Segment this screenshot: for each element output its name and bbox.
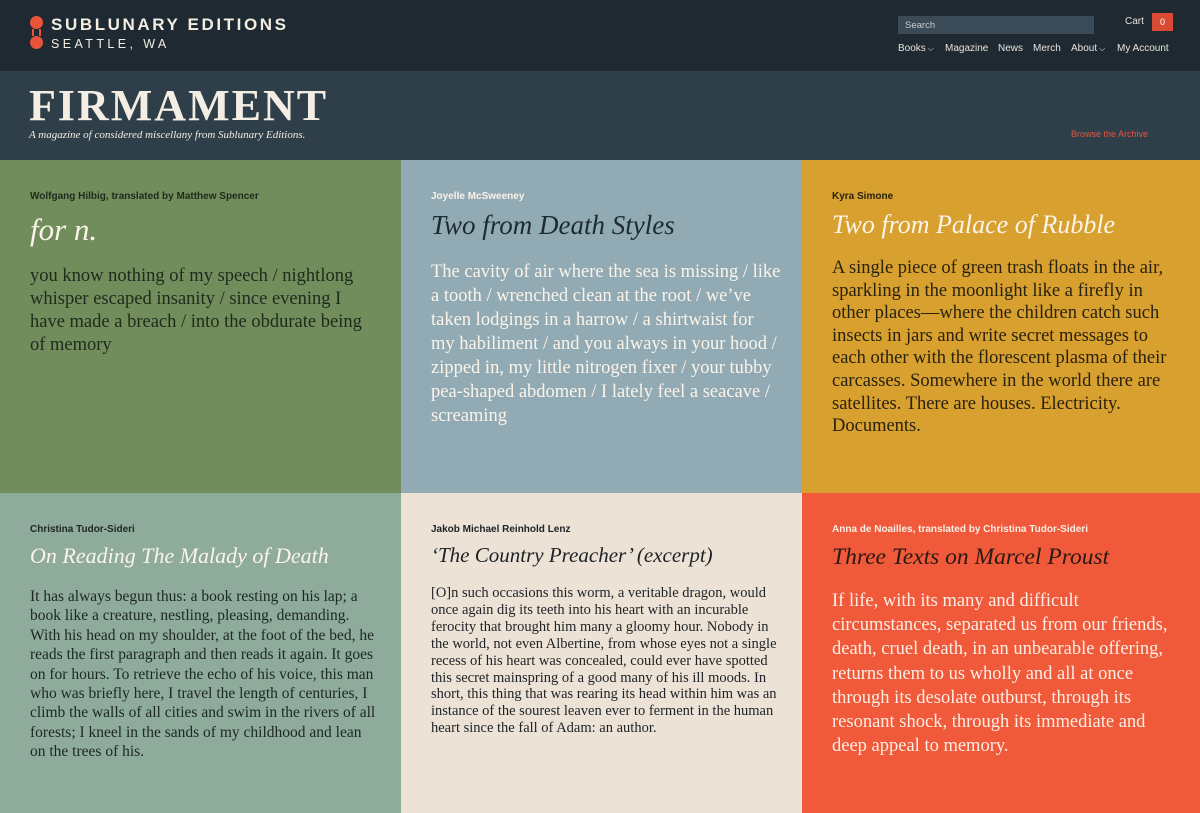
article-author: Anna de Noailles, translated by Christin…	[832, 524, 1088, 535]
cart-link[interactable]: Cart	[1125, 16, 1144, 27]
article-card[interactable]: Christina Tudor-Sideri On Reading The Ma…	[0, 493, 401, 813]
article-title[interactable]: Two from Palace of Rubble	[832, 210, 1115, 240]
article-card[interactable]: Kyra Simone Two from Palace of Rubble A …	[802, 160, 1200, 493]
article-excerpt: A single piece of green trash floats in …	[832, 258, 1167, 437]
chevron-down-icon: ⌵	[927, 44, 934, 53]
cart-count-badge[interactable]: 0	[1152, 13, 1173, 31]
article-excerpt: you know nothing of my speech / nightlon…	[30, 266, 362, 355]
chevron-down-icon: ⌵	[1099, 44, 1106, 53]
article-excerpt: If life, with its many and difficult cir…	[832, 591, 1168, 757]
article-excerpt: [O]n such occasions this worm, a veritab…	[431, 585, 777, 737]
article-title[interactable]: On Reading The Malady of Death	[30, 543, 329, 569]
logo-icon[interactable]	[29, 16, 45, 52]
nav-about[interactable]: About ⌵	[1071, 43, 1105, 57]
article-author: Wolfgang Hilbig, translated by Matthew S…	[30, 191, 259, 202]
article-excerpt: It has always begun thus: a book resting…	[30, 588, 376, 761]
article-card[interactable]: Jakob Michael Reinhold Lenz ‘The Country…	[401, 493, 802, 813]
article-title[interactable]: Three Texts on Marcel Proust	[832, 544, 1109, 571]
article-excerpt: The cavity of air where the sea is missi…	[431, 262, 781, 426]
top-navigation-bar: SUBLUNARY EDITIONS SEATTLE, WA Cart 0 Bo…	[0, 0, 1200, 71]
article-title[interactable]: Two from Death Styles	[431, 210, 675, 241]
nav-about-label: About	[1071, 43, 1098, 54]
article-title[interactable]: ‘The Country Preacher’ (excerpt)	[431, 543, 713, 568]
magazine-title: FIRMAMENT	[29, 81, 329, 130]
article-author: Jakob Michael Reinhold Lenz	[431, 524, 571, 535]
magazine-subtitle: A magazine of considered miscellany from…	[29, 129, 306, 141]
article-title[interactable]: for n.	[30, 212, 97, 248]
nav-news[interactable]: News	[998, 43, 1023, 57]
nav-books-label: Books	[898, 43, 926, 54]
brand-location: SEATTLE, WA	[51, 37, 170, 51]
nav-books[interactable]: Books ⌵	[898, 43, 934, 57]
article-card[interactable]: Anna de Noailles, translated by Christin…	[802, 493, 1200, 813]
nav-my-account[interactable]: My Account	[1117, 43, 1169, 57]
brand-name[interactable]: SUBLUNARY EDITIONS	[51, 15, 289, 35]
search-input[interactable]	[898, 16, 1094, 34]
article-card[interactable]: Joyelle McSweeney Two from Death Styles …	[401, 160, 802, 493]
article-author: Christina Tudor-Sideri	[30, 524, 135, 535]
article-card[interactable]: Wolfgang Hilbig, translated by Matthew S…	[0, 160, 401, 493]
nav-merch[interactable]: Merch	[1033, 43, 1061, 57]
article-author: Joyelle McSweeney	[431, 191, 525, 202]
browse-archive-link[interactable]: Browse the Archive	[1071, 129, 1148, 139]
article-author: Kyra Simone	[832, 191, 894, 202]
nav-magazine[interactable]: Magazine	[945, 43, 988, 57]
